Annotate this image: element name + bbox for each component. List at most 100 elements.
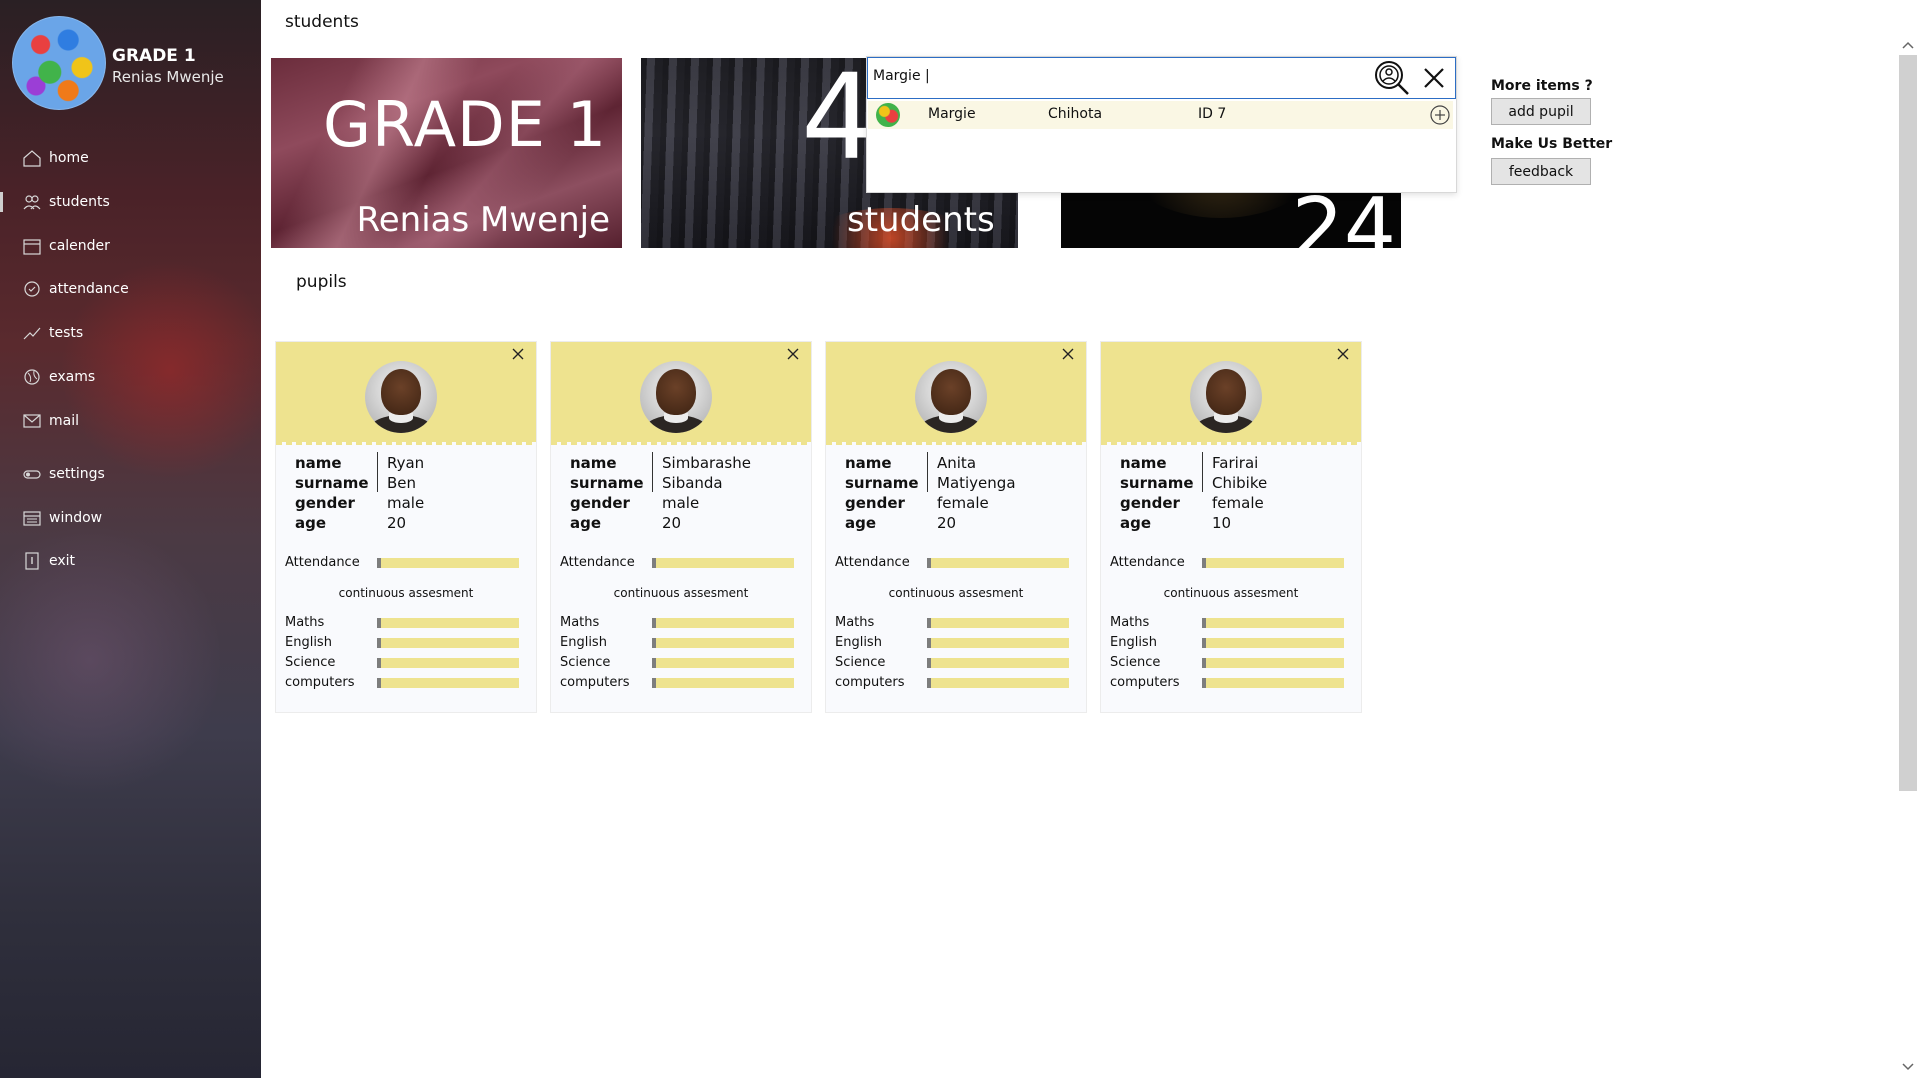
subject-score-bar-fill [927,618,932,628]
subject-score-bar [377,658,519,668]
search-result-item[interactable]: Margie Chihota ID 7 [868,101,1453,129]
attendance-bar [377,558,519,568]
sidebar-item-label: mail [49,413,79,429]
subject-score-bar [1202,638,1344,648]
subject-score-bar [652,638,794,648]
subject-score-bar [377,638,519,648]
pupil-card[interactable]: name Anita surname Matiyenga gender female age… [825,341,1087,713]
photo-face [931,369,971,415]
field-label-age: age [570,514,602,532]
remove-pupil-button[interactable] [1060,346,1076,362]
pupil-card-header [1101,342,1361,445]
sidebar-item-label: exit [49,553,76,569]
subject-score-bar-fill [1202,658,1207,668]
sidebar-item-label: settings [49,466,105,482]
pupil-card[interactable]: name Farirai surname Chibike gender female age… [1100,341,1362,713]
students-icon [21,191,43,213]
subject-label: computers [285,675,355,690]
chevron-down-icon [1902,1063,1914,1071]
sidebar-item-attendance[interactable]: attendance [0,271,261,307]
field-label-age: age [295,514,327,532]
subject-score-bar-fill [652,638,657,648]
subject-score-bar-fill [927,638,932,648]
subject-score-bar [652,618,794,628]
window-icon [21,507,43,529]
sidebar-item-mail[interactable]: mail [0,403,261,439]
scroll-down-arrow[interactable] [1900,1060,1916,1074]
attendance-bar [927,558,1069,568]
pupil-age: 10 [1212,514,1232,532]
sidebar-item-students[interactable]: students [0,184,261,220]
continuous-assessment-title: continuous assesment [613,586,749,600]
class-avatar [12,16,106,110]
subject-score-bar-fill [1202,678,1207,688]
subject-score-bar [652,658,794,668]
result-last-name: Chihota [1048,106,1103,122]
photo-face [381,369,421,415]
search-input[interactable] [871,67,1355,85]
close-search-button[interactable] [1416,58,1452,98]
search-box [867,57,1456,99]
feedback-button[interactable]: feedback [1491,158,1591,185]
attendance-label: Attendance [560,555,635,570]
search-icon [1375,61,1409,95]
subject-label: Science [285,655,336,670]
sidebar-item-calender[interactable]: calender [0,228,261,264]
sidebar-item-label: tests [49,325,84,341]
scrollbar-thumb[interactable] [1899,55,1917,791]
sidebar-item-tests[interactable]: tests [0,315,261,351]
sidebar-item-label: exams [49,369,96,385]
sidebar-item-home[interactable]: home [0,140,261,176]
subject-label: Maths [1110,615,1150,630]
chart-line-icon [21,322,43,344]
sidebar-item-exams[interactable]: exams [0,359,261,395]
subject-score-bar [1202,678,1344,688]
pupil-photo [640,361,712,433]
remove-pupil-button[interactable] [510,346,526,362]
attendance-bar [1202,558,1344,568]
pupil-card[interactable]: name Ryan surname Ben gender male age 20 Attenda… [275,341,537,713]
more-items-title: More items ? [1491,78,1593,94]
subject-label: English [560,635,607,650]
pupil-age: 20 [387,514,407,532]
info-divider [1202,452,1203,492]
field-label-surname: surname [845,474,919,492]
sidebar-item-exit[interactable]: exit [0,543,261,579]
page-title: students [285,12,359,32]
remove-pupil-button[interactable] [1335,346,1351,362]
subject-score-bar [1202,618,1344,628]
pupil-gender: female [1212,494,1264,512]
pupil-surname: Chibike [1212,474,1268,492]
subject-score-bar-fill [652,658,657,668]
sidebar-item-window[interactable]: window [0,500,261,536]
subject-score-bar-fill [652,618,657,628]
subject-score-bar [927,658,1069,668]
mail-icon [21,410,43,432]
pupil-surname: Ben [387,474,417,492]
subject-score-bar [927,678,1069,688]
info-divider [652,452,653,492]
grade-tile-title: GRADE 1 [323,88,608,161]
subject-score-bar-fill [927,658,932,668]
pupil-photo [915,361,987,433]
pupil-age: 20 [662,514,682,532]
search-button[interactable] [1372,58,1412,98]
sidebar-item-settings[interactable]: settings [0,456,261,492]
subject-label: Science [835,655,886,670]
pupil-gender: male [387,494,425,512]
subject-label: Maths [285,615,325,630]
pupil-card-header [551,342,811,445]
scroll-up-arrow[interactable] [1900,38,1916,52]
field-label-surname: surname [570,474,644,492]
continuous-assessment-title: continuous assesment [1163,586,1299,600]
add-circle-icon[interactable] [1429,104,1451,126]
pupil-surname: Matiyenga [937,474,1016,492]
grade-tile[interactable]: GRADE 1 Renias Mwenje [271,58,622,248]
remove-pupil-button[interactable] [785,346,801,362]
pupil-card[interactable]: name Simbarashe surname Sibanda gender male ag… [550,341,812,713]
attendance-label: Attendance [835,555,910,570]
add-pupil-button[interactable]: add pupil [1491,98,1591,125]
attendance-bar-fill [927,558,932,568]
pupil-card-header [826,342,1086,445]
subject-score-bar-fill [377,678,382,688]
